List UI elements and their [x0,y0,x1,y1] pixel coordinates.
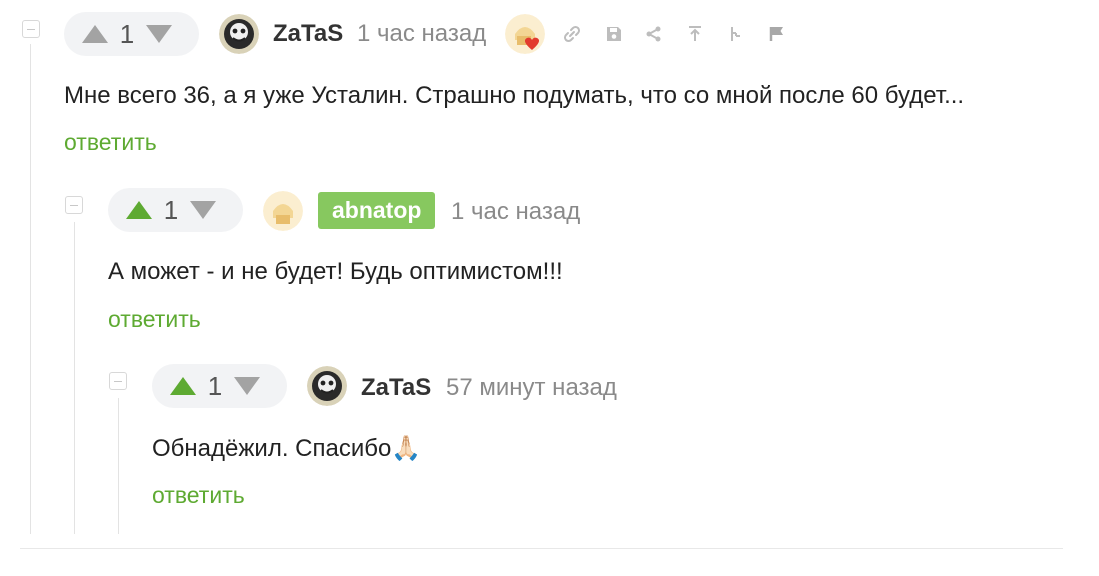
jump-to-parent-icon[interactable] [682,21,708,47]
collapse-thread-button[interactable] [65,196,83,214]
section-divider [20,548,1063,549]
avatar[interactable] [219,14,259,54]
comment-text: Обнадёжил. Спасибо🙏🏻 [152,435,422,462]
reply-link[interactable]: ответить [64,129,157,156]
comment-time[interactable]: 1 час назад [357,20,486,48]
upvote-button[interactable] [82,25,108,43]
collapse-thread-button[interactable] [109,372,127,390]
thread-branch-line[interactable] [118,398,119,534]
avatar[interactable] [307,366,347,406]
comment-author[interactable]: ZaTaS [273,20,343,48]
branch-icon[interactable] [723,21,749,47]
rating-control: 1 [152,364,287,408]
upvote-button[interactable] [126,201,152,219]
reply-link[interactable]: ответить [152,482,245,509]
comment-author[interactable]: ZaTaS [361,374,431,402]
downvote-button[interactable] [146,25,172,43]
comment-author[interactable]: abnatop [318,192,436,229]
rating-count: 1 [163,194,179,225]
reply-link[interactable]: ответить [108,306,201,333]
rating-control: 1 [108,188,243,232]
rating-count: 1 [119,18,135,49]
report-flag-icon[interactable] [764,21,790,47]
thread-branch-line[interactable] [74,222,75,534]
collapse-thread-button[interactable] [22,20,40,38]
comment-text: Мне всего 36, а я уже Усталин. Страшно п… [64,82,965,109]
comment-time[interactable]: 1 час назад [451,198,580,226]
downvote-button[interactable] [234,377,260,395]
avatar[interactable] [263,191,303,231]
share-icon[interactable] [641,21,667,47]
comment-time[interactable]: 57 минут назад [446,374,617,402]
save-icon[interactable] [601,21,627,47]
link-icon[interactable] [559,21,585,47]
comment-text: А может - и не будет! Будь оптимистом!!! [108,258,563,285]
author-badge-icon [505,14,545,54]
downvote-button[interactable] [190,201,216,219]
rating-control: 1 [64,12,199,56]
rating-count: 1 [207,370,223,401]
upvote-button[interactable] [170,377,196,395]
thread-branch-line[interactable] [30,44,31,534]
